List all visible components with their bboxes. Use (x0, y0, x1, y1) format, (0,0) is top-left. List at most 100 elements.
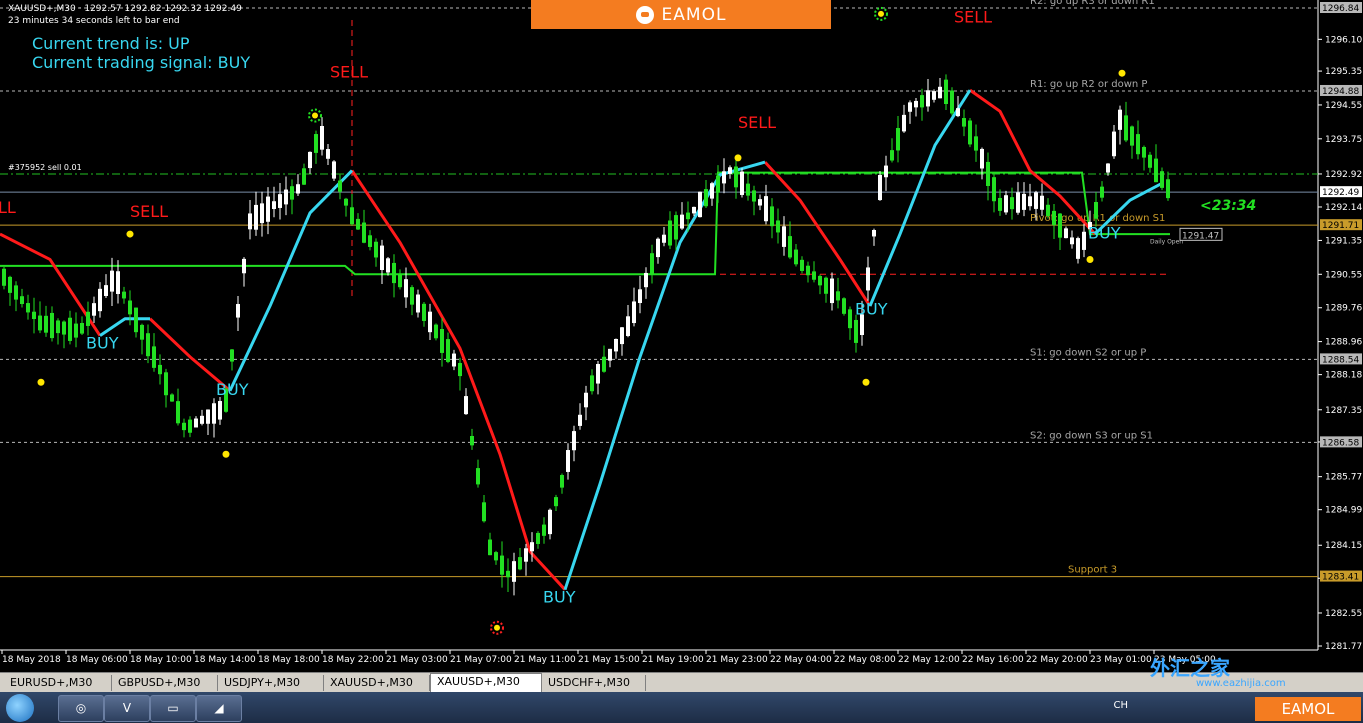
candle-body (92, 303, 96, 316)
price-tick-label: 1295.35 (1325, 67, 1362, 77)
candle-body (950, 90, 954, 114)
candle-body (1004, 195, 1008, 213)
candle-body (656, 238, 660, 258)
time-tick-label: 22 May 12:00 (898, 655, 960, 665)
pivot-level-label: S1: go down S2 or up P (1030, 347, 1146, 358)
candle-body (476, 468, 480, 485)
chart-tab[interactable]: XAUUSD+,M30 (430, 673, 542, 692)
candle-body (554, 497, 558, 507)
candle-body (116, 271, 120, 294)
candle-body (1118, 109, 1122, 130)
candle-body (50, 312, 54, 339)
candle-body (884, 165, 888, 178)
tray-language[interactable]: CH (1113, 700, 1128, 711)
chart-tab[interactable]: USDCHF+,M30 (542, 675, 646, 691)
candle-body (446, 339, 450, 362)
candle-body (1064, 228, 1068, 239)
candle-body (734, 166, 738, 188)
taskbar-app-browser-icon[interactable]: ◎ (58, 695, 104, 722)
candle-body (248, 213, 252, 230)
candle-body (98, 288, 102, 312)
candle-body (578, 414, 582, 426)
candle-body (314, 134, 318, 153)
candle-body (308, 151, 312, 169)
candle-body (182, 422, 186, 431)
chart-tab[interactable]: EURUSD+,M30 (4, 675, 112, 691)
candle-body (368, 235, 372, 247)
sell-signal-label: SELL (130, 202, 168, 221)
windows-taskbar: ◎ V ▭ ◢ CH (0, 692, 1363, 723)
chart-tab[interactable]: XAUUSD+,M30 (324, 675, 430, 691)
chart-canvas[interactable]: 1296.10 1295.35 1294.55 1293.75 1292.92 1292.… (0, 0, 1363, 669)
candle-body (1148, 154, 1152, 168)
buy-signal-label: BUY (543, 587, 576, 606)
candle-body (20, 296, 24, 305)
pivot-level-label: Support 3 (1068, 565, 1117, 576)
pivot-level-label: R1: go up R2 or down P (1030, 79, 1147, 90)
candle-body (524, 548, 528, 562)
candle-body (566, 450, 570, 472)
candle-body (920, 95, 924, 108)
candle-body (728, 167, 732, 174)
candle-body (242, 258, 246, 274)
candle-body (374, 241, 378, 258)
candle-body (758, 199, 762, 206)
candle-body (356, 218, 360, 230)
taskbar-app-folder-icon[interactable]: ▭ (150, 695, 196, 722)
brand-banner[interactable]: EAMOL (531, 0, 831, 29)
candle-body (1058, 213, 1062, 238)
chart-tab[interactable]: USDJPY+,M30 (218, 675, 324, 691)
price-tick-label: 1282.55 (1325, 609, 1362, 619)
candle-body (968, 120, 972, 145)
taskbar-app-v-icon[interactable]: V (104, 695, 150, 722)
candle-body (470, 436, 474, 446)
candle-body (1010, 197, 1014, 210)
price-tick-label: 1294.55 (1325, 101, 1362, 111)
buy-signal-label: BUY (1088, 223, 1121, 242)
candle-body (530, 542, 534, 552)
time-tick-label: 21 May 11:00 (514, 655, 576, 665)
candle-body (572, 431, 576, 451)
candle-body (344, 198, 348, 206)
chart-tab[interactable]: GBPUSD+,M30 (112, 675, 218, 691)
candle-body (614, 338, 618, 352)
pivot-level-label: S2: go down S3 or up S1 (1030, 430, 1153, 441)
candle-body (44, 315, 48, 333)
downtrend-line (763, 161, 872, 307)
price-badge-label: 1291.71 (1322, 221, 1359, 231)
time-tick-label: 21 May 19:00 (642, 655, 704, 665)
candle-body (752, 190, 756, 202)
taskbar-app-metatrader-icon[interactable]: ◢ (196, 695, 242, 722)
price-tick-label: 1281.77 (1325, 642, 1362, 652)
candle-body (500, 555, 504, 575)
watermark-site-url: www.eazhijia.com (1196, 678, 1286, 689)
candle-body (722, 171, 726, 184)
candle-body (512, 561, 516, 582)
candle-body (680, 214, 684, 229)
candle-body (1154, 158, 1158, 183)
candle-body (866, 267, 870, 291)
price-tick-label: 1292.92 (1325, 170, 1362, 180)
candle-body (872, 230, 876, 237)
candle-body (62, 321, 66, 335)
candle-body (794, 249, 798, 265)
price-tick-label: 1290.55 (1325, 270, 1362, 280)
price-chart[interactable]: 1296.10 1295.35 1294.55 1293.75 1292.92 1292.… (0, 0, 1363, 669)
candle-body (746, 183, 750, 196)
start-button-icon[interactable] (6, 694, 34, 722)
candle-body (896, 128, 900, 151)
candle-body (362, 222, 366, 243)
candle-body (686, 212, 690, 220)
price-tick-label: 1289.76 (1325, 304, 1362, 314)
uptrend-line (228, 169, 354, 392)
uptrend-line (868, 89, 972, 307)
candle-body (230, 349, 234, 362)
candle-body (200, 415, 204, 424)
price-badge-label: 1283.41 (1322, 573, 1359, 583)
candle-body (296, 184, 300, 194)
candle-body (518, 557, 522, 570)
candle-body (266, 196, 270, 222)
candle-body (320, 126, 324, 150)
candle-body (110, 270, 114, 292)
price-badge-label: 1292.49 (1322, 188, 1359, 198)
